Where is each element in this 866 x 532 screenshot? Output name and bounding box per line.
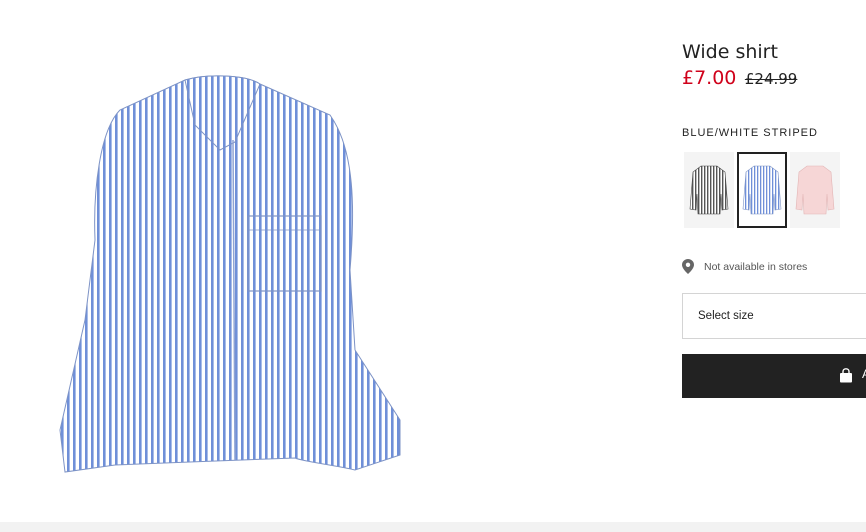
- price-row: £7.00 £24.99: [682, 67, 797, 89]
- sale-price: £7.00: [682, 67, 737, 89]
- swatch-blue-white-striped[interactable]: [737, 152, 787, 228]
- swatch-grey-striped[interactable]: [684, 152, 734, 228]
- swatch-grey-striped-image: [689, 165, 729, 215]
- store-availability: Not available in stores: [682, 259, 807, 274]
- size-select[interactable]: Select size: [682, 293, 866, 339]
- product-title: Wide shirt: [682, 41, 778, 63]
- store-availability-text: Not available in stores: [704, 260, 808, 273]
- swatch-blue-white-striped-image: [742, 165, 782, 215]
- add-to-bag-label: A: [862, 367, 866, 381]
- size-select-label: Select size: [698, 310, 754, 322]
- add-to-bag-button[interactable]: A: [682, 354, 866, 398]
- product-image[interactable]: [55, 70, 410, 485]
- color-label: BLUE/WHITE STRIPED: [682, 127, 818, 139]
- product-info: Wide shirt £7.00 £24.99 BLUE/WHITE STRIP…: [682, 0, 866, 532]
- shopping-bag-icon: [840, 368, 852, 383]
- swatch-light-pink-image: [795, 165, 835, 215]
- bottom-scroll-edge: [0, 522, 866, 532]
- location-pin-icon: [682, 259, 694, 274]
- color-swatches: [684, 152, 840, 228]
- swatch-light-pink[interactable]: [790, 152, 840, 228]
- original-price: £24.99: [744, 70, 798, 88]
